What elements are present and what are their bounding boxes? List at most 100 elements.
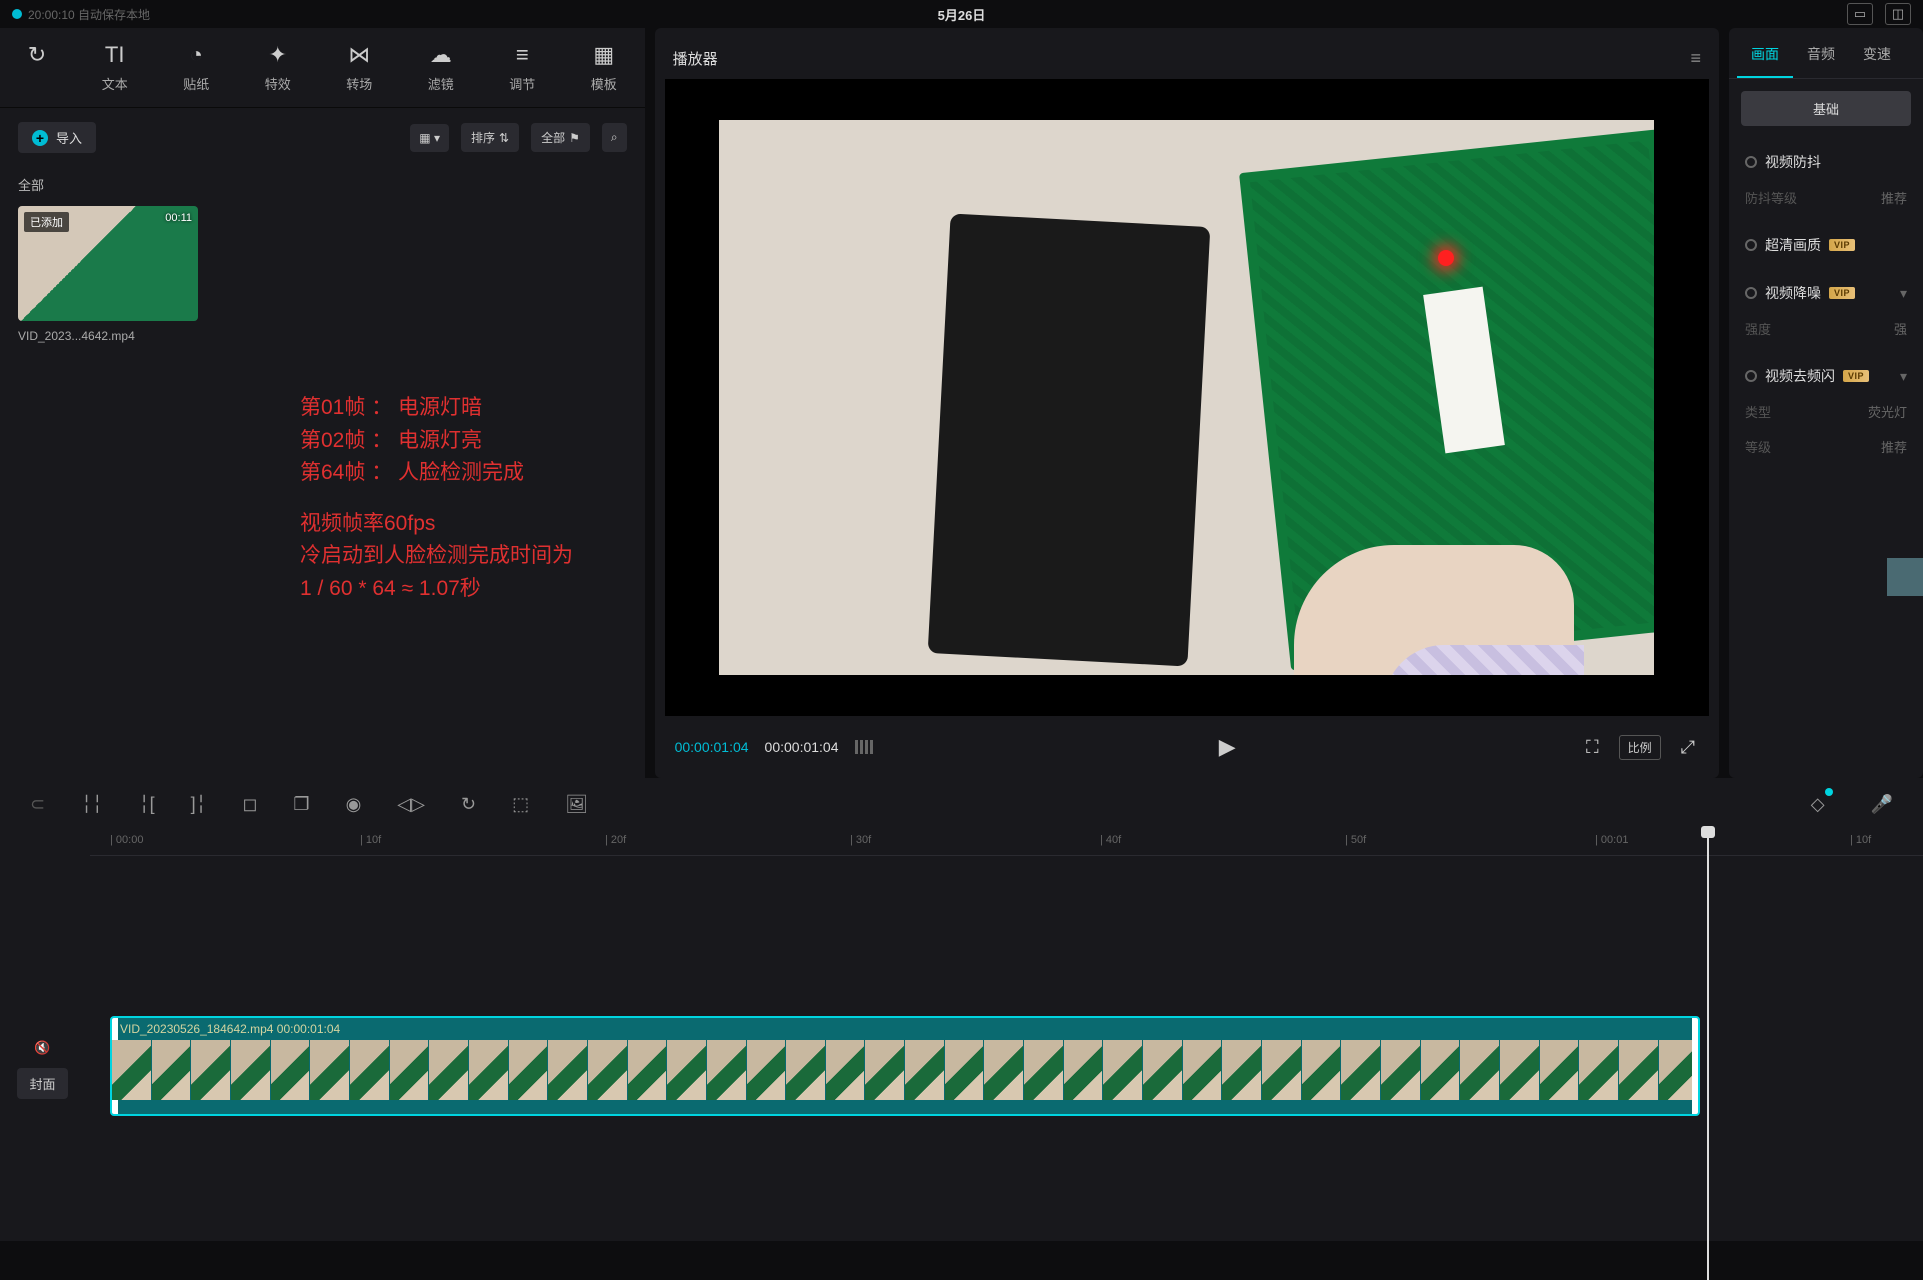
- template-icon: ▦: [593, 42, 614, 68]
- tool-tab-text[interactable]: TI文本: [82, 36, 148, 99]
- tool-tab-transition[interactable]: ⋈转场: [326, 36, 392, 99]
- timeline-clip[interactable]: VID_20230526_184642.mp4 00:00:01:04: [110, 1016, 1700, 1116]
- section-denoise[interactable]: 视频降噪 VIP ▾: [1745, 283, 1907, 303]
- ruler-tick: | 30f: [850, 834, 871, 846]
- keyframe-icon[interactable]: ◇: [1793, 786, 1843, 823]
- ruler-tick: | 10f: [1850, 834, 1871, 846]
- denoise-strength-label: 强度: [1745, 319, 1771, 338]
- autosave-dot-icon: [12, 9, 22, 19]
- reverse-icon[interactable]: ◉: [328, 786, 380, 823]
- radio-icon[interactable]: [1745, 287, 1757, 299]
- import-button[interactable]: + 导入: [18, 122, 96, 153]
- tab-video[interactable]: 画面: [1737, 32, 1793, 78]
- tool-tab-media[interactable]: ↻: [8, 36, 66, 99]
- tab-speed[interactable]: 变速: [1849, 32, 1905, 78]
- trim-right-icon[interactable]: ]╎: [173, 786, 225, 823]
- search-button[interactable]: ⌕: [602, 123, 627, 152]
- deflicker-level-label: 等级: [1745, 437, 1771, 456]
- section-stabilize[interactable]: 视频防抖: [1745, 152, 1907, 172]
- ruler-tick: | 00:00: [110, 834, 143, 846]
- added-badge: 已添加: [24, 212, 69, 232]
- tool-tabs: ↻ TI文本 ◔贴纸 ✦特效 ⋈转场 ☁滤镜 ≡调节 ▦模板: [0, 28, 645, 108]
- tool-tab-filter[interactable]: ☁滤镜: [408, 36, 474, 99]
- export-frame-icon[interactable]: 🖼: [547, 786, 606, 823]
- tracks-area[interactable]: 🔇 封面 VID_20230526_184642.mp4 00:00:01:04: [0, 856, 1923, 1241]
- radio-icon[interactable]: [1745, 370, 1757, 382]
- mirror-icon[interactable]: ◁▷: [379, 786, 443, 823]
- timeline-panel: ⊂ ╎╎ ╎[ ]╎ ◻ ❐ ◉ ◁▷ ↻ ⬚ 🖼 ◇ 🎤 | 00:00 | 1…: [0, 778, 1923, 1241]
- section-hd[interactable]: 超清画质 VIP: [1745, 235, 1907, 255]
- ruler-tick: | 40f: [1100, 834, 1121, 846]
- project-title: 5月26日: [938, 5, 986, 24]
- transition-icon: ⋈: [348, 42, 370, 68]
- effect-icon: ✦: [269, 42, 287, 68]
- ruler-tick: | 50f: [1345, 834, 1366, 846]
- current-time: 00:00:01:04: [675, 739, 749, 755]
- clip-duration: 00:11: [165, 212, 192, 224]
- vip-badge: VIP: [1843, 370, 1869, 382]
- tool-tab-effect[interactable]: ✦特效: [245, 36, 311, 99]
- timeline-clip-label: VID_20230526_184642.mp4 00:00:01:04: [120, 1022, 340, 1036]
- fullscreen-icon[interactable]: ⤢: [1677, 733, 1699, 762]
- cover-button[interactable]: 封面: [17, 1068, 67, 1099]
- playhead[interactable]: [1707, 830, 1709, 1280]
- tool-tab-adjust[interactable]: ≡调节: [489, 36, 555, 99]
- player-title: 播放器: [673, 48, 718, 69]
- vip-badge: VIP: [1829, 287, 1855, 299]
- media-clip[interactable]: 已添加 00:11 VID_2023...4642.mp4: [18, 206, 198, 343]
- category-all-label: 全部: [18, 175, 627, 194]
- crop2-icon[interactable]: ⬚: [494, 786, 547, 823]
- radio-icon[interactable]: [1745, 239, 1757, 251]
- tool-tab-template[interactable]: ▦模板: [571, 36, 637, 99]
- chevron-down-icon[interactable]: ▾: [1900, 368, 1907, 385]
- stabilize-level-label: 防抖等级: [1745, 188, 1797, 207]
- split-icon[interactable]: ╎╎: [63, 786, 121, 823]
- subtab-basic[interactable]: 基础: [1741, 91, 1911, 126]
- denoise-strength-value: 强: [1894, 319, 1907, 338]
- crop-icon[interactable]: ◻: [224, 786, 275, 823]
- sticker-icon: ◔: [190, 42, 203, 68]
- autosave-status: 20:00:10 自动保存本地: [12, 6, 150, 23]
- properties-panel: 画面 音频 变速 基础 视频防抖 防抖等级 推荐 超清画质 VIP: [1729, 28, 1923, 778]
- vip-badge: VIP: [1829, 239, 1855, 251]
- media-icon: ↻: [28, 42, 46, 68]
- chevron-down-icon[interactable]: ▾: [1900, 285, 1907, 302]
- text-icon: TI: [105, 42, 125, 68]
- trim-left-icon[interactable]: ╎[: [121, 786, 173, 823]
- stabilize-level-value: 推荐: [1881, 188, 1907, 207]
- media-panel: ↻ TI文本 ◔贴纸 ✦特效 ⋈转场 ☁滤镜 ≡调节 ▦模板 + 导入 ▦ ▾ …: [0, 28, 645, 778]
- view-grid-button[interactable]: ▦ ▾: [410, 124, 449, 152]
- mic-icon[interactable]: 🎤: [1853, 786, 1911, 823]
- rotate-icon[interactable]: ↻: [443, 786, 494, 823]
- columns-icon[interactable]: [855, 740, 873, 754]
- radio-icon[interactable]: [1745, 156, 1757, 168]
- autosave-text: 20:00:10 自动保存本地: [28, 6, 150, 23]
- play-button[interactable]: ▶: [1215, 730, 1240, 764]
- tab-audio[interactable]: 音频: [1793, 32, 1849, 78]
- video-preview[interactable]: [665, 79, 1709, 716]
- time-ruler[interactable]: | 00:00| 10f| 20f| 30f| 40f| 50f| 00:01|…: [90, 830, 1923, 856]
- ratio-button[interactable]: 比例: [1619, 735, 1661, 760]
- player-panel: 播放器 ≡ 00:00:01:04 00:00:01:04 ▶ ⛶ 比例 ⤢: [655, 28, 1719, 778]
- filter-all-button[interactable]: 全部 ⚑: [531, 123, 590, 152]
- section-deflicker[interactable]: 视频去频闪 VIP ▾: [1745, 366, 1907, 386]
- annotation-overlay: 第01帧 ： 电源灯暗 第02帧 ： 电源灯亮 第64帧 ： 人脸检测完成 视频…: [300, 392, 573, 605]
- copy-icon[interactable]: ❐: [275, 786, 327, 823]
- focus-icon[interactable]: ⛶: [1582, 733, 1603, 762]
- clip-filename: VID_2023...4642.mp4: [18, 329, 198, 343]
- clip-thumbnail[interactable]: 已添加 00:11: [18, 206, 198, 321]
- layout-icon-2[interactable]: ◫: [1885, 3, 1911, 25]
- tool-tab-sticker[interactable]: ◔贴纸: [163, 36, 229, 99]
- sort-button[interactable]: 排序 ⇅: [461, 123, 519, 152]
- video-frame: [719, 120, 1654, 675]
- undo-icon[interactable]: ⊂: [12, 786, 63, 823]
- mute-icon[interactable]: 🔇: [30, 1036, 54, 1060]
- edit-toolbar: ⊂ ╎╎ ╎[ ]╎ ◻ ❐ ◉ ◁▷ ↻ ⬚ 🖼 ◇ 🎤: [0, 778, 1923, 830]
- ruler-tick: | 10f: [360, 834, 381, 846]
- layout-icon-1[interactable]: ▭: [1847, 3, 1873, 25]
- scrollbar-thumb[interactable]: [1887, 558, 1923, 596]
- ruler-tick: | 20f: [605, 834, 626, 846]
- adjust-icon: ≡: [516, 42, 529, 68]
- player-menu-icon[interactable]: ≡: [1691, 48, 1702, 69]
- clip-handle-right[interactable]: [1692, 1018, 1698, 1114]
